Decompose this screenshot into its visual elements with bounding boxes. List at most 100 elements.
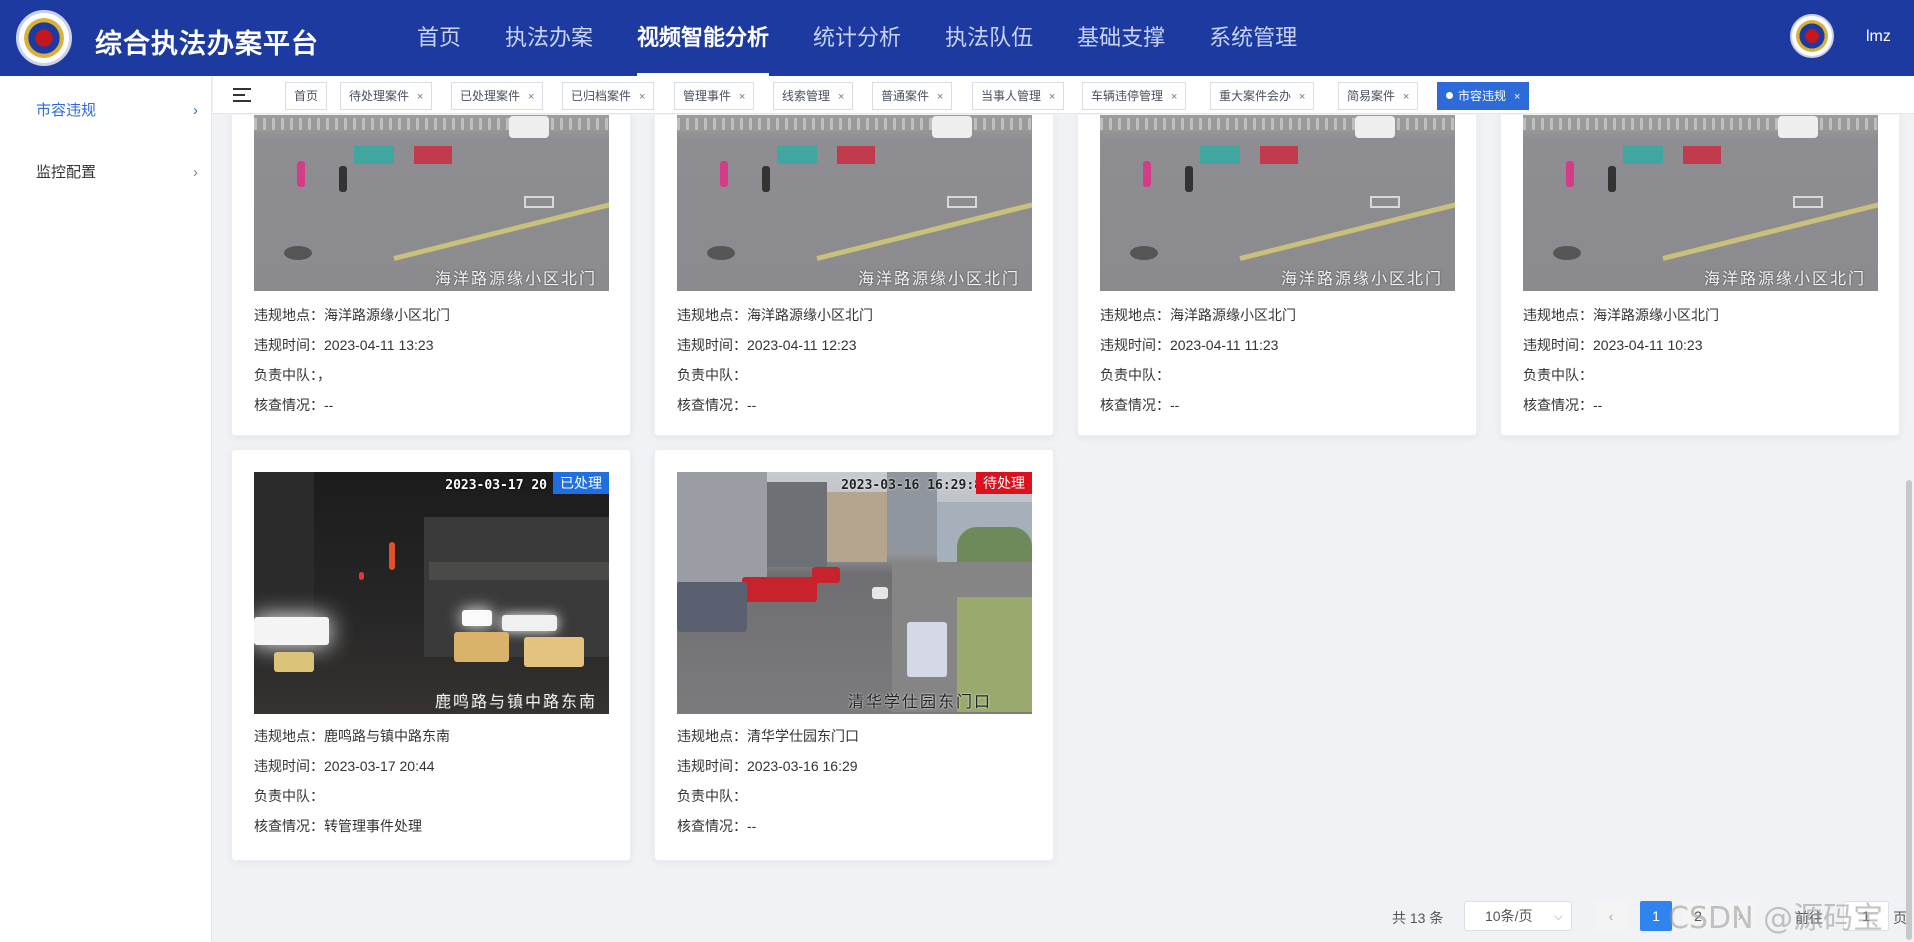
watermark: CSDN @源码宝 [1668,901,1884,936]
status-badge: 已处理 [553,472,609,494]
image-caption: 海洋路源缘小区北门 [1280,269,1443,288]
violation-card[interactable]: 海洋路源缘小区北门 违规地点：海洋路源缘小区北门 违规时间：2023-04-11… [654,115,1054,436]
close-icon[interactable]: × [417,91,423,103]
tab-vehicle-parking[interactable]: 车辆违停管理 × [1082,82,1187,110]
image-caption: 海洋路源缘小区北门 [434,269,597,288]
tab-city-violation[interactable]: 市容违规 × [1437,82,1530,110]
violation-time: 违规时间：2023-04-11 11:23 [1100,337,1279,353]
image-caption: 海洋路源缘小区北门 [1703,269,1866,288]
close-icon[interactable]: × [937,91,943,103]
violation-location: 违规地点：海洋路源缘小区北门 [254,307,450,323]
close-icon[interactable]: × [1049,91,1055,103]
image-caption: 海洋路源缘小区北门 [857,269,1020,288]
main-content: 海洋路源缘小区北门 违规地点：海洋路源缘小区北门 违规时间：2023-04-11… [213,115,1914,942]
prev-page-button[interactable]: ‹ [1595,901,1627,931]
tab-normal-cases[interactable]: 普通案件 × [872,82,953,110]
camera-snapshot[interactable]: 海洋路源缘小区北门 [677,115,1032,291]
close-icon[interactable]: × [1299,91,1305,103]
app-title: 综合执法办案平台 [95,29,319,59]
menu-toggle-icon[interactable] [233,88,251,102]
close-icon[interactable]: × [528,91,534,103]
violation-location: 违规地点：鹿鸣路与镇中路东南 [254,728,450,744]
nav-system-management[interactable]: 系统管理 [1187,0,1319,76]
camera-timestamp: 2023-03-17 20 [445,478,547,493]
nav-video-analysis[interactable]: 视频智能分析 [615,0,791,76]
main-nav: 首页 执法办案 视频智能分析 统计分析 执法队伍 基础支撑 系统管理 [395,0,1319,76]
close-icon[interactable]: × [639,91,645,103]
tab-major-case-joint[interactable]: 重大案件会办 × [1210,82,1315,110]
sidebar-item-label: 市容违规 [36,102,97,119]
image-caption: 清华学仕园东门口 [847,692,992,711]
violation-time: 违规时间：2023-03-16 16:29 [677,758,858,774]
nav-case-handling[interactable]: 执法办案 [483,0,615,76]
top-header: 综合执法办案平台 首页 执法办案 视频智能分析 统计分析 执法队伍 基础支撑 系… [0,0,1914,76]
violation-location: 违规地点：海洋路源缘小区北门 [1523,307,1719,323]
violation-time: 违规时间：2023-04-11 13:23 [254,337,434,353]
responsible-team: 负责中队： [1523,367,1593,383]
jump-suffix: 页 [1893,910,1907,926]
violation-time: 违规时间：2023-04-11 12:23 [677,337,857,353]
pagination-total: 共 13 条 [1392,910,1444,926]
camera-snapshot[interactable]: 2023-03-16 16:29:8 清华学仕园东门口 待处理 [677,472,1032,714]
nav-home[interactable]: 首页 [395,0,483,76]
tab-archived-cases[interactable]: 已归档案件 × [562,82,655,110]
tab-clue-management[interactable]: 线索管理 × [773,82,854,110]
violation-card[interactable]: 海洋路源缘小区北门 违规地点：海洋路源缘小区北门 违规时间：2023-04-11… [1500,115,1900,436]
violation-location: 违规地点：海洋路源缘小区北门 [1100,307,1296,323]
check-status: 核查情况：-- [1100,397,1180,413]
close-icon[interactable]: × [1171,91,1177,103]
check-status: 核查情况：-- [677,818,757,834]
check-status: 核查情况：转管理事件处理 [254,818,422,834]
violation-card[interactable]: 海洋路源缘小区北门 违规地点：海洋路源缘小区北门 违规时间：2023-04-11… [231,115,631,436]
responsible-team: 负责中队： [1100,367,1170,383]
camera-snapshot[interactable]: 海洋路源缘小区北门 [1523,115,1878,291]
tab-pending-cases[interactable]: 待处理案件 × [340,82,433,110]
camera-snapshot[interactable]: 海洋路源缘小区北门 [254,115,609,291]
camera-snapshot[interactable]: 2023-03-17 20 鹿鸣路与镇中路东南 已处理 [254,472,609,714]
check-status: 核查情况：-- [254,397,334,413]
emblem-logo [16,10,72,66]
tab-simple-cases[interactable]: 简易案件 × [1338,82,1419,110]
vertical-scrollbar[interactable] [1906,480,1912,940]
page-size-select[interactable]: 10条/页 ⌵ [1464,901,1572,931]
sidebar: 市容违规 › 监控配置 › [0,76,212,942]
close-icon[interactable]: × [1514,91,1520,103]
chevron-down-icon: ⌵ [1553,909,1563,923]
violation-card[interactable]: 2023-03-17 20 鹿鸣路与镇中路东南 已处理 违规地点：鹿鸣路与镇中路… [231,449,631,861]
sidebar-item-monitor-config[interactable]: 监控配置 › [0,153,212,193]
close-icon[interactable]: × [739,91,745,103]
responsible-team: 负责中队： [677,788,747,804]
tab-management-events[interactable]: 管理事件 × [674,82,755,110]
chevron-right-icon: › [193,164,198,181]
close-icon[interactable]: × [838,91,844,103]
nav-basic-support[interactable]: 基础支撑 [1055,0,1187,76]
active-dot-icon [1446,92,1453,100]
tab-processed-cases[interactable]: 已处理案件 × [451,82,544,110]
nav-enforcement-team[interactable]: 执法队伍 [923,0,1055,76]
avatar[interactable] [1790,14,1834,58]
camera-snapshot[interactable]: 海洋路源缘小区北门 [1100,115,1455,291]
check-status: 核查情况：-- [1523,397,1603,413]
responsible-team: 负责中队： [254,788,324,804]
violation-location: 违规地点：清华学仕园东门口 [677,728,859,744]
violation-time: 违规时间：2023-04-11 10:23 [1523,337,1703,353]
chevron-right-icon: › [193,102,198,119]
check-status: 核查情况：-- [677,397,757,413]
tab-home[interactable]: 首页 [285,82,328,110]
tab-party-management[interactable]: 当事人管理 × [972,82,1065,110]
close-icon[interactable]: × [1403,91,1409,103]
status-badge: 待处理 [976,472,1032,494]
responsible-team: 负责中队： [677,367,747,383]
user-name[interactable]: lmz [1866,28,1891,46]
tabs-bar: 首页 待处理案件 × 已处理案件 × 已归档案件 × 管理事件 × 线索管理 × 普通案件… [213,76,1914,114]
violation-card[interactable]: 海洋路源缘小区北门 违规地点：海洋路源缘小区北门 违规时间：2023-04-11… [1077,115,1477,436]
sidebar-item-label: 监控配置 [36,164,97,181]
camera-timestamp: 2023-03-16 16:29:8 [841,478,982,493]
image-caption: 鹿鸣路与镇中路东南 [434,692,597,711]
violation-card[interactable]: 2023-03-16 16:29:8 清华学仕园东门口 待处理 违规地点：清华学… [654,449,1054,861]
responsible-team: 负责中队：， [254,367,331,383]
violation-time: 违规时间：2023-03-17 20:44 [254,758,435,774]
sidebar-item-city-violation[interactable]: 市容违规 › [0,91,212,131]
nav-statistics[interactable]: 统计分析 [791,0,923,76]
violation-location: 违规地点：海洋路源缘小区北门 [677,307,873,323]
